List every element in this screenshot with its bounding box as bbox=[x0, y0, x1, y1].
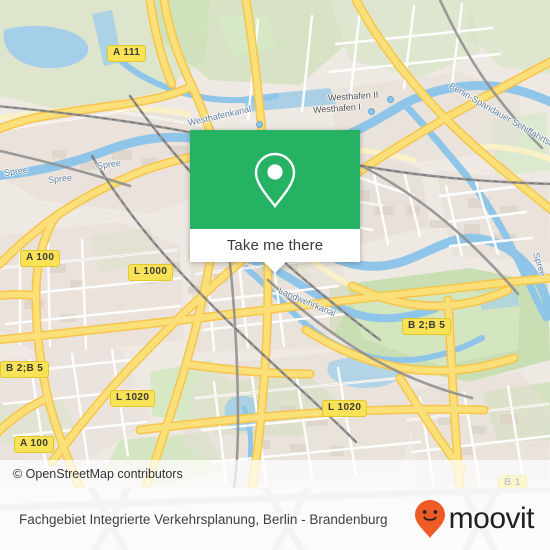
road-shield: A 100 bbox=[20, 250, 61, 267]
moovit-map-share-card: .land{fill:#efe9e3} .builtup{fill:#e9e0d… bbox=[0, 0, 550, 550]
road-shield: L 1020 bbox=[110, 390, 156, 407]
place-title: Fachgebiet Integrierte Verkehrsplanung, … bbox=[19, 511, 388, 527]
map-attribution-bar: © OpenStreetMap contributors bbox=[0, 460, 550, 488]
harbour-marker-icon bbox=[367, 108, 375, 115]
road-shield: A 100 bbox=[14, 436, 55, 453]
road-shield: B 2;B 5 bbox=[402, 318, 452, 335]
map-pin-icon bbox=[254, 152, 296, 208]
moovit-smiley-pin-icon bbox=[414, 500, 445, 538]
road-shield: B 2;B 5 bbox=[0, 361, 50, 378]
osm-attribution-text[interactable]: © OpenStreetMap contributors bbox=[0, 467, 183, 481]
moovit-wordmark: moovit bbox=[448, 502, 535, 535]
take-me-there-callout[interactable]: Take me there bbox=[190, 130, 360, 273]
footer-bar: Fachgebiet Integrierte Verkehrsplanung, … bbox=[0, 488, 550, 550]
moovit-brand[interactable]: moovit bbox=[414, 499, 535, 539]
road-shield: A 111 bbox=[107, 45, 147, 62]
callout-tail bbox=[264, 262, 286, 273]
callout-action-panel[interactable]: Take me there bbox=[190, 229, 360, 273]
road-shield: L 1000 bbox=[128, 264, 174, 281]
callout-action-label: Take me there bbox=[226, 237, 324, 254]
callout-icon-panel bbox=[190, 130, 360, 229]
map-canvas[interactable]: .land{fill:#efe9e3} .builtup{fill:#e9e0d… bbox=[0, 0, 550, 488]
road-shield: L 1020 bbox=[322, 400, 368, 417]
